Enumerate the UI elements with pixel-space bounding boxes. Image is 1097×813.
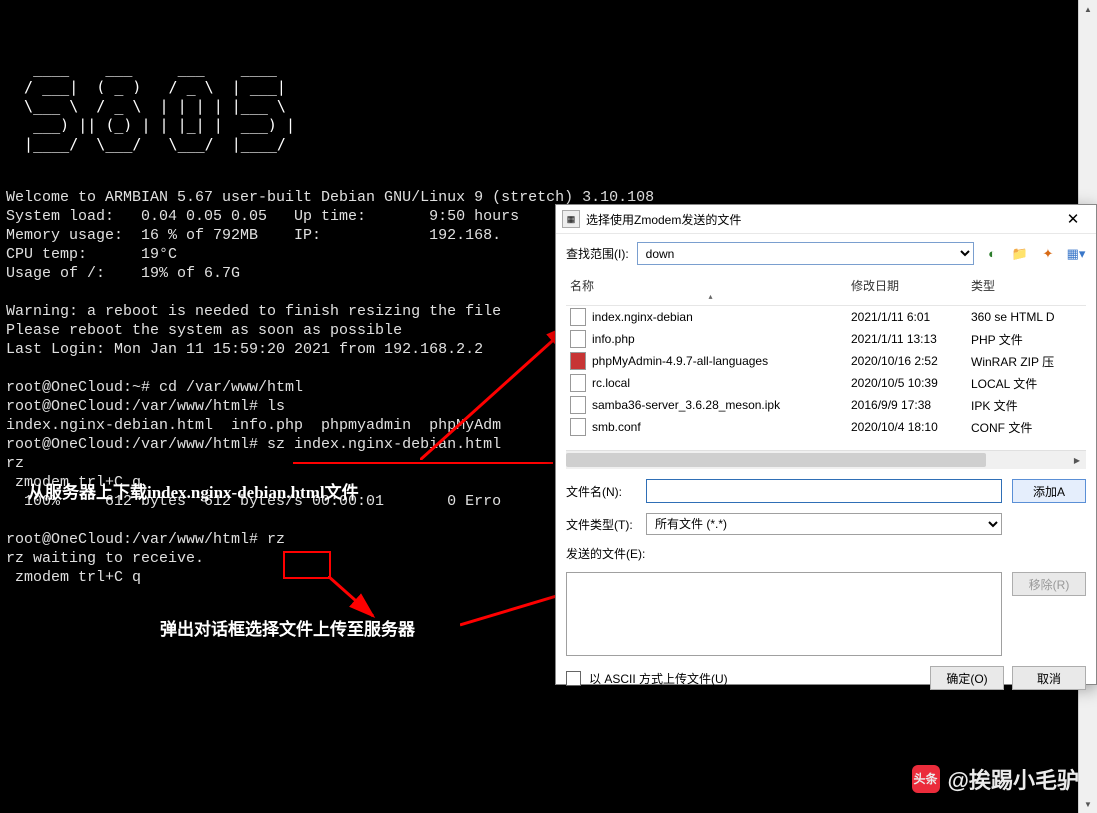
- file-type: 360 se HTML D: [971, 310, 1086, 324]
- cancel-button-label: 取消: [1037, 670, 1061, 687]
- close-icon[interactable]: ✕: [1054, 208, 1092, 230]
- terminal-line: root@OneCloud:/var/www/html# sz index.ng…: [6, 436, 501, 453]
- file-row[interactable]: index.nginx-debian 2021/1/11 6:01360 se H…: [566, 306, 1086, 328]
- terminal-line: Last Login: Mon Jan 11 15:59:20 2021 fro…: [6, 341, 483, 358]
- terminal-line: rz: [6, 455, 24, 472]
- scroll-right-icon[interactable]: ▶: [1068, 451, 1086, 469]
- file-name: phpMyAdmin-4.9.7-all-languages: [592, 354, 768, 368]
- file-icon: [570, 418, 586, 436]
- file-type: WinRAR ZIP 压: [971, 353, 1086, 370]
- file-name: samba36-server_3.6.28_meson.ipk: [592, 398, 780, 412]
- file-date: 2020/10/5 10:39: [851, 376, 971, 390]
- filename-label: 文件名(N):: [566, 483, 636, 500]
- back-icon[interactable]: ◐: [982, 244, 1002, 264]
- filename-input[interactable]: [646, 479, 1002, 503]
- col-name-label[interactable]: 名称: [570, 279, 594, 293]
- remove-button-label: 移除(R): [1029, 576, 1070, 593]
- file-icon: [570, 308, 586, 326]
- file-type: LOCAL 文件: [971, 375, 1086, 392]
- file-row[interactable]: phpMyAdmin-4.9.7-all-languages 2020/10/16…: [566, 350, 1086, 372]
- add-button-label: 添加A: [1033, 483, 1065, 500]
- terminal-line: Usage of /: 19% of 6.7G: [6, 265, 240, 282]
- file-row[interactable]: info.php 2021/1/11 13:13PHP 文件: [566, 328, 1086, 350]
- terminal-line: rz waiting to receive.: [6, 550, 204, 567]
- file-name: index.nginx-debian: [592, 310, 693, 324]
- file-date: 2020/10/16 2:52: [851, 354, 971, 368]
- sent-files-label: 发送的文件(E):: [566, 545, 1086, 562]
- file-date: 2021/1/11 13:13: [851, 332, 971, 346]
- file-type: IPK 文件: [971, 397, 1086, 414]
- ascii-upload-label: 以 ASCII 方式上传文件(U): [589, 670, 728, 687]
- terminal-line: CPU temp: 19°C: [6, 246, 177, 263]
- annotation-download: 从服务器上下载index.nginx-debian.html文件: [28, 478, 359, 503]
- col-type-label[interactable]: 类型: [971, 277, 1086, 301]
- ascii-art: ____ ___ ___ ____ / ___| ( _ ) / _ \ | _…: [6, 59, 1073, 154]
- scroll-thumb[interactable]: [566, 453, 986, 467]
- file-icon: [570, 396, 586, 414]
- view-menu-icon[interactable]: ▦▾: [1066, 244, 1086, 264]
- file-row[interactable]: samba36-server_3.6.28_meson.ipk 2016/9/9 …: [566, 394, 1086, 416]
- dialog-titlebar[interactable]: ▦ 选择使用Zmodem发送的文件 ✕: [556, 205, 1096, 234]
- scroll-up-icon[interactable]: ▲: [1079, 0, 1097, 18]
- sort-indicator-icon: ▴: [570, 292, 851, 301]
- filetype-label: 文件类型(T):: [566, 516, 636, 533]
- watermark: 头条 @挨踢小毛驴: [912, 763, 1079, 795]
- look-in-label: 查找范围(I):: [566, 245, 629, 262]
- new-folder-icon[interactable]: ✦: [1038, 244, 1058, 264]
- watermark-text: @挨踢小毛驴: [948, 763, 1079, 795]
- terminal-line: Memory usage: 16 % of 792MB IP: 192.168.: [6, 227, 501, 244]
- file-icon: [570, 352, 586, 370]
- file-date: 2020/10/4 18:10: [851, 420, 971, 434]
- look-in-select[interactable]: down: [637, 242, 974, 265]
- sent-files-list[interactable]: [566, 572, 1002, 656]
- remove-button[interactable]: 移除(R): [1012, 572, 1086, 596]
- terminal-line: Warning: a reboot is needed to finish re…: [6, 303, 501, 320]
- terminal-line: zmodem trl+C q: [6, 569, 141, 586]
- file-icon: [570, 330, 586, 348]
- terminal-line: root@OneCloud:~# cd /var/www/html: [6, 379, 303, 396]
- file-date: 2016/9/9 17:38: [851, 398, 971, 412]
- terminal-line: Please reboot the system as soon as poss…: [6, 322, 402, 339]
- zmodem-file-dialog: ▦ 选择使用Zmodem发送的文件 ✕ 查找范围(I): down ◐ 📁 ✦ …: [555, 204, 1097, 685]
- ok-button[interactable]: 确定(O): [930, 666, 1004, 690]
- terminal-line: index.nginx-debian.html info.php phpmyad…: [6, 417, 501, 434]
- file-row[interactable]: smb.conf 2020/10/4 18:10CONF 文件: [566, 416, 1086, 438]
- file-list[interactable]: index.nginx-debian 2021/1/11 6:01360 se H…: [566, 306, 1086, 448]
- ok-button-label: 确定(O): [946, 670, 987, 687]
- add-button[interactable]: 添加A: [1012, 479, 1086, 503]
- cancel-button[interactable]: 取消: [1012, 666, 1086, 690]
- col-date-label[interactable]: 修改日期: [851, 277, 971, 301]
- dialog-icon: ▦: [562, 210, 580, 228]
- up-one-level-icon[interactable]: 📁: [1010, 244, 1030, 264]
- terminal-line: root@OneCloud:/var/www/html# ls: [6, 398, 285, 415]
- file-row[interactable]: rc.local 2020/10/5 10:39LOCAL 文件: [566, 372, 1086, 394]
- scroll-down-icon[interactable]: ▼: [1079, 795, 1097, 813]
- file-name: info.php: [592, 332, 635, 346]
- file-type: PHP 文件: [971, 331, 1086, 348]
- annotation-upload: 弹出对话框选择文件上传至服务器: [160, 615, 415, 640]
- dialog-title: 选择使用Zmodem发送的文件: [586, 211, 1054, 228]
- file-icon: [570, 374, 586, 392]
- file-name: smb.conf: [592, 420, 641, 434]
- file-name: rc.local: [592, 376, 630, 390]
- file-type: CONF 文件: [971, 419, 1086, 436]
- file-list-header[interactable]: 名称▴ 修改日期 类型: [566, 273, 1086, 306]
- ascii-upload-checkbox[interactable]: [566, 671, 581, 686]
- file-date: 2021/1/11 6:01: [851, 310, 971, 324]
- watermark-logo: 头条: [912, 765, 940, 793]
- horizontal-scrollbar[interactable]: ▶: [566, 450, 1086, 469]
- terminal-line: root@OneCloud:/var/www/html# rz: [6, 531, 285, 548]
- filetype-select[interactable]: 所有文件 (*.*): [646, 513, 1002, 535]
